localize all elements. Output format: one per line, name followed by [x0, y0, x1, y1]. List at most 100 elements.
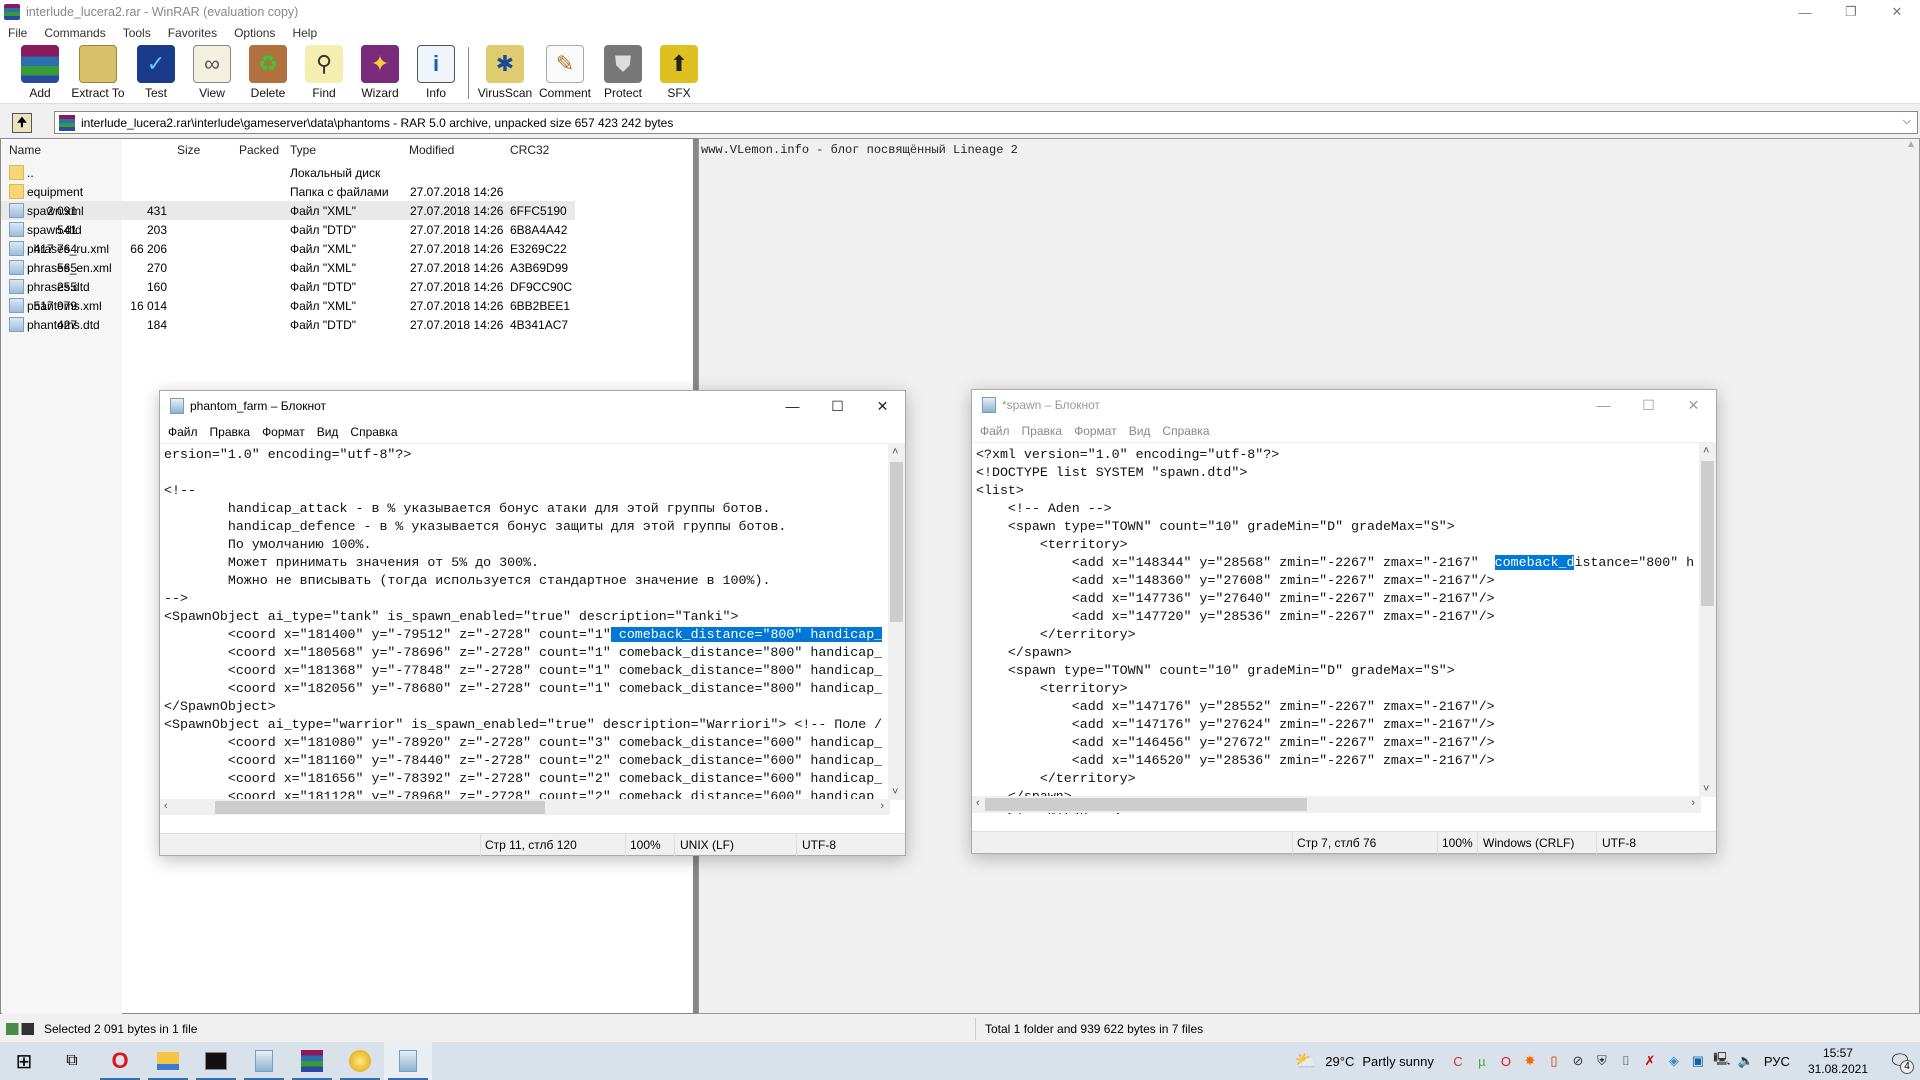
column-header-name[interactable]: Name [9, 139, 41, 161]
menu-file[interactable]: Файл [168, 425, 198, 439]
security-shield-icon[interactable]: ⛨ [1590, 1053, 1614, 1069]
file-row[interactable]: phantoms.xml 517 979 16 014 Файл "XML" 27.07… [1, 296, 575, 315]
file-row[interactable]: spawn.xml 2 091 431 Файл "XML" 27.07.2018 14… [1, 201, 575, 220]
column-header-packed[interactable]: Packed [239, 139, 279, 161]
menu-format[interactable]: Формат [262, 425, 305, 439]
maximize-button[interactable]: ☐ [1626, 390, 1671, 420]
language-indicator[interactable]: РУС [1764, 1054, 1790, 1069]
network-icon[interactable]: 🖳 [1710, 1050, 1734, 1072]
menu-view[interactable]: Вид [317, 425, 339, 439]
menu-tools[interactable]: Tools [123, 26, 151, 40]
delete-button[interactable]: ♻ Delete [240, 43, 296, 103]
vertical-scrollbar[interactable]: ˄ ˅ [888, 444, 905, 800]
scroll-down-icon[interactable]: ˅ [892, 786, 898, 798]
menu-commands[interactable]: Commands [44, 26, 105, 40]
file-modified: 27.07.2018 14:26 [410, 241, 504, 256]
vertical-scrollbar[interactable]: ˄ ˅ [1699, 443, 1716, 797]
text-editor[interactable]: <?xml version="1.0" encoding="utf-8"?> <… [972, 442, 1716, 814]
menu-view[interactable]: Вид [1129, 424, 1151, 438]
taskbar-opera[interactable]: O [96, 1042, 144, 1080]
avast-icon[interactable]: ✸ [1518, 1053, 1542, 1069]
scroll-down-icon[interactable]: ˅ [1703, 783, 1709, 795]
wizard-button[interactable]: ✦ Wizard [352, 43, 408, 103]
menu-file[interactable]: File [8, 26, 27, 40]
file-row[interactable]: spawn.dtd 541 203 Файл "DTD" 27.07.2018 14:2… [1, 220, 575, 239]
menu-edit[interactable]: Правка [210, 425, 251, 439]
horizontal-scrollbar[interactable]: ‹ › [160, 799, 890, 815]
close-button[interactable]: ✕ [1874, 0, 1920, 24]
path-combobox[interactable]: interlude_lucera2.rar\interlude\gameserv… [54, 111, 1918, 134]
scroll-left-icon[interactable]: ‹ [976, 797, 980, 809]
file-row[interactable]: phrases_ru.xml 417 764 66 206 Файл "XML" 27.… [1, 239, 575, 258]
menu-file[interactable]: Файл [980, 424, 1010, 438]
menu-format[interactable]: Формат [1074, 424, 1117, 438]
usb-device-icon[interactable]: ⌷ [1614, 1053, 1638, 1069]
weather-temperature[interactable]: 29°C [1325, 1054, 1354, 1069]
add-button[interactable]: Add [12, 43, 68, 103]
menu-options[interactable]: Options [234, 26, 275, 40]
menu-favorites[interactable]: Favorites [168, 26, 217, 40]
scroll-right-icon[interactable]: › [1691, 797, 1695, 809]
find-button[interactable]: ⚲ Find [296, 43, 352, 103]
extract-to-button[interactable]: Extract To [68, 43, 128, 103]
close-button[interactable]: ✕ [1671, 390, 1716, 420]
menu-help[interactable]: Справка [350, 425, 397, 439]
weather-partly-sunny-icon[interactable]: ⛅ [1295, 1051, 1317, 1072]
file-row[interactable]: phrases.dtd 255 160 Файл "DTD" 27.07.2018 14… [1, 277, 575, 296]
taskbar-notepad-active[interactable] [384, 1042, 432, 1080]
scroll-up-icon[interactable]: ˄ [1703, 445, 1709, 457]
comment-scrollbar[interactable]: ▲ [1903, 139, 1919, 999]
taskbar-notepad[interactable] [240, 1042, 288, 1080]
column-header-size[interactable]: Size [177, 139, 200, 161]
ccleaner-icon[interactable]: C [1446, 1054, 1470, 1069]
restore-button[interactable]: ❐ [1828, 0, 1874, 24]
view-button[interactable]: ∞ View [184, 43, 240, 103]
office-icon[interactable]: ▯ [1542, 1053, 1566, 1069]
clock[interactable]: 15:57 31.08.2021 [1808, 1045, 1868, 1077]
protect-button[interactable]: ⛊ Protect [595, 43, 651, 103]
start-button[interactable]: ⊞ [0, 1042, 48, 1080]
minimize-button[interactable]: — [1782, 0, 1828, 24]
onedrive-off-icon[interactable]: ⊘ [1566, 1053, 1590, 1069]
file-row[interactable]: equipment Папка с файлами 27.07.2018 14:26 [1, 182, 575, 201]
notification-center-button[interactable]: 🗨 4 [1880, 1051, 1920, 1074]
opera-tray-icon[interactable]: O [1494, 1054, 1518, 1069]
column-header-modified[interactable]: Modified [409, 139, 454, 161]
scroll-up-icon[interactable]: ˄ [892, 446, 898, 458]
taskbar-winrar[interactable] [288, 1042, 336, 1080]
volume-icon[interactable]: 🔈 [1734, 1053, 1758, 1069]
info-button[interactable]: i Info [408, 43, 464, 103]
folder-settings-icon[interactable]: ▣ [1686, 1053, 1710, 1069]
virusscan-button[interactable]: ✱ VirusScan [475, 43, 535, 103]
menu-help[interactable]: Help [292, 26, 317, 40]
chevron-down-icon[interactable]: ⌵ [1903, 115, 1911, 128]
close-button[interactable]: ✕ [860, 391, 905, 421]
scroll-right-icon[interactable]: › [880, 800, 884, 812]
minimize-button[interactable]: — [770, 391, 815, 421]
menu-help[interactable]: Справка [1162, 424, 1209, 438]
scroll-left-icon[interactable]: ‹ [164, 800, 168, 812]
text-editor[interactable]: ersion="1.0" encoding="utf-8"?> <!-- han… [160, 443, 905, 815]
network-app-icon[interactable]: ◈ [1662, 1053, 1686, 1069]
taskbar-command-prompt[interactable] [192, 1042, 240, 1080]
column-header-crc32[interactable]: CRC32 [510, 139, 549, 161]
horizontal-scrollbar[interactable]: ‹ › [972, 796, 1701, 813]
file-row[interactable]: phrases_en.xml 565 270 Файл "XML" 27.07.2018… [1, 258, 575, 277]
test-button[interactable]: ✓ Test [128, 43, 184, 103]
weather-description[interactable]: Partly sunny [1362, 1054, 1434, 1069]
utorrent-icon[interactable]: µ [1470, 1054, 1494, 1069]
minimize-button[interactable]: — [1581, 390, 1626, 420]
taskbar-file-explorer[interactable] [144, 1042, 192, 1080]
wifi-disconnected-icon[interactable]: ✗ [1638, 1053, 1662, 1069]
column-header-type[interactable]: Type [290, 139, 316, 161]
file-crc32: 4B341AC7 [510, 317, 569, 332]
comment-button[interactable]: ✎ Comment [535, 43, 595, 103]
up-one-level-button[interactable]: 🠉 [12, 113, 32, 133]
taskbar-coins-app[interactable] [336, 1042, 384, 1080]
sfx-button[interactable]: ⬆ SFX [651, 43, 707, 103]
file-row[interactable]: .. Локальный диск [1, 163, 575, 182]
maximize-button[interactable]: ☐ [815, 391, 860, 421]
menu-edit[interactable]: Правка [1022, 424, 1063, 438]
task-view-button[interactable]: ⧉ [48, 1042, 96, 1080]
file-row[interactable]: phantoms.dtd 427 184 Файл "DTD" 27.07.2018 1… [1, 315, 575, 334]
